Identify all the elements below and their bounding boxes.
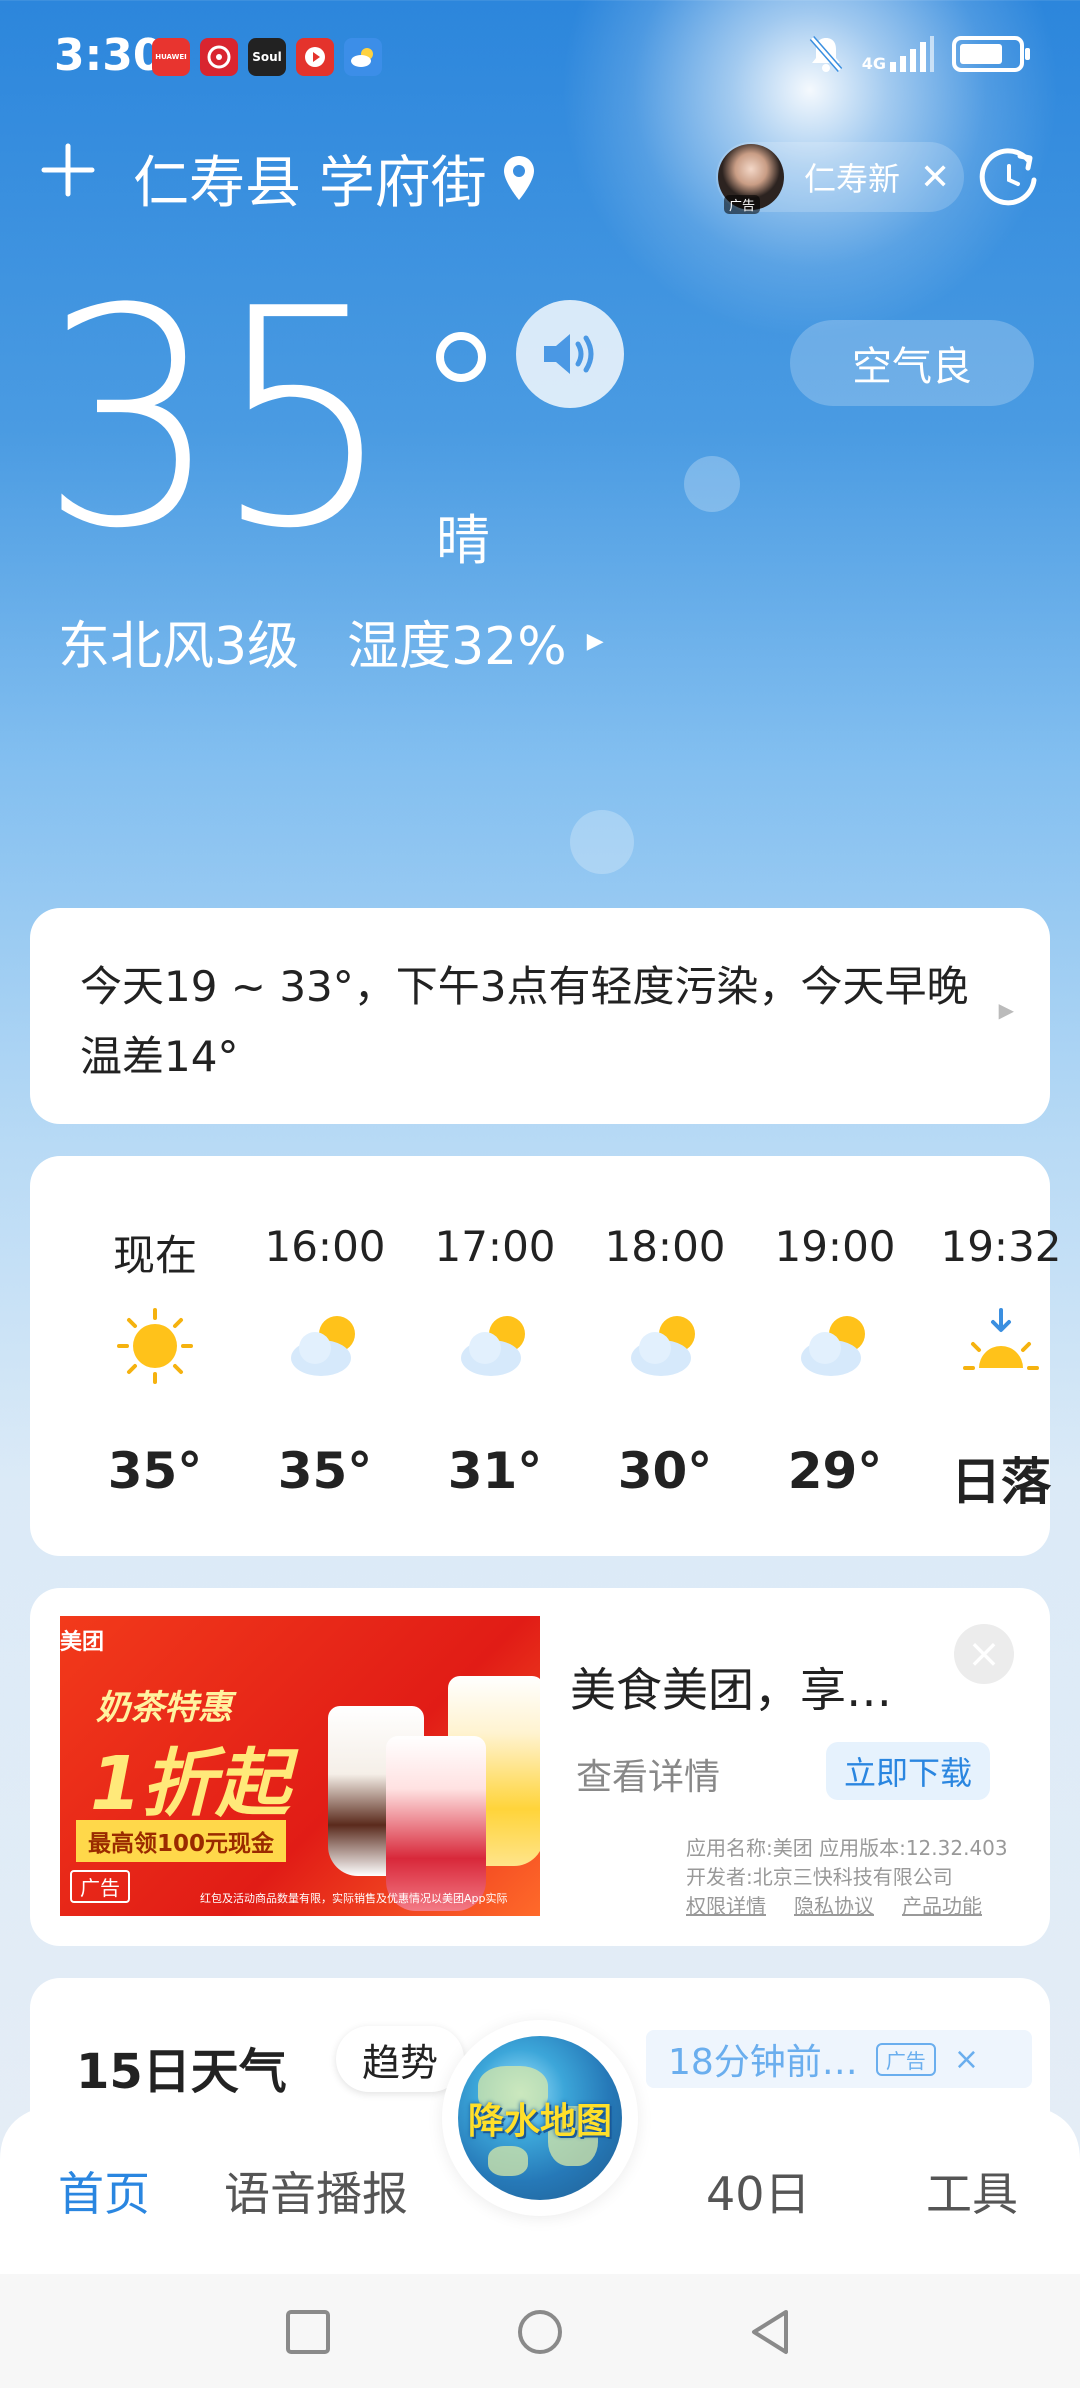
summary-text: 今天19 ~ 33°，下午3点有轻度污染，今天早晚温差14° [80,962,969,1081]
ad-app-meta: 应用名称:美团 应用版本:12.32.403 [686,1836,1008,1860]
system-nav-bar [0,2274,1080,2388]
soul-app-icon: Soul [248,38,286,76]
sun-icon [117,1308,193,1384]
recent-apps-button[interactable] [284,2308,332,2356]
ad-avatar: 广告 [718,144,784,214]
partly-cloudy-icon [291,1316,355,1376]
forecast-ad-banner[interactable]: 18分钟前… 广告 × [646,2030,1032,2088]
netease-music-icon [200,38,238,76]
mute-bell-icon [809,36,842,72]
ad-tag: 广告 [724,195,761,214]
degree-symbol [436,332,486,382]
huawei-appgallery-icon: HUAWEI [152,38,190,76]
status-time: 3:30 [54,30,164,81]
battery-level [960,44,1003,64]
weather-app-icon [344,38,382,76]
wind-humidity-row[interactable]: 东北风3级 湿度32% ▶ [58,604,604,679]
app-ad-card[interactable]: 美团 奶茶特惠 1折起 最高领100元现金 广告 红包及活动商品数量有限，实际销… [30,1588,1050,1946]
sunset-icon [963,1308,1039,1370]
drink-cup-image [386,1736,486,1911]
header-ad[interactable]: 广告 仁寿新 ✕ [716,142,964,214]
ad-close-button[interactable]: × [954,1624,1014,1684]
close-icon[interactable]: × [954,2042,979,2077]
ad-developer: 开发者:北京三快科技有限公司 [686,1865,953,1889]
chevron-right-icon: ▶ [998,998,1014,1022]
ad-meta-links: 权限详情 隐私协议 产品功能 [686,1890,982,1919]
chevron-right-icon: ▶ [586,629,604,654]
nav-40-day[interactable]: 40日 [706,2158,811,2224]
partly-cloudy-icon [461,1316,525,1376]
wind-info: 东北风3级 [58,617,300,677]
light-bubble [570,810,634,874]
humidity-info: 湿度32% [347,617,567,677]
precipitation-map-button[interactable]: 降水地图 [442,2020,638,2216]
location-selector[interactable]: 仁寿县 学府街 [133,138,537,219]
daily-summary-card[interactable]: 今天19 ~ 33°，下午3点有轻度污染，今天早晚温差14° ▶ [30,908,1050,1124]
air-quality-badge[interactable]: 空气良 [790,320,1034,406]
features-link[interactable]: 产品功能 [902,1890,982,1919]
weather-condition: 晴 [436,509,490,572]
ad-title: 美食美团，享… [570,1663,892,1717]
add-city-button[interactable] [38,140,98,200]
nav-voice-broadcast[interactable]: 语音播报 [224,2158,408,2224]
location-pin-icon [503,155,534,200]
back-button[interactable] [746,2308,794,2356]
notification-icons: HUAWEI Soul [152,38,382,76]
current-temperature: 35 [40,245,393,594]
refresh-button[interactable] [976,144,1042,210]
location-name: 仁寿县 学府街 [133,151,487,216]
forecast-title: 15日天气 [76,2044,287,2100]
light-bubble [684,456,740,512]
ad-name: 仁寿新 [804,160,901,198]
trend-toggle[interactable]: 趋势 [336,2026,464,2092]
ad-detail-link[interactable]: 查看详情 [576,1748,720,1800]
voice-broadcast-button[interactable] [516,300,624,408]
ad-close-icon[interactable]: ✕ [920,157,950,198]
system-status-icons: 4G [808,34,1030,74]
home-button[interactable] [516,2308,564,2356]
nav-home[interactable]: 首页 [58,2158,150,2224]
ad-download-button[interactable]: 立即下载 [826,1742,990,1800]
nav-tools[interactable]: 工具 [926,2158,1018,2224]
speaker-icon [544,334,594,374]
signal-bars-icon [890,36,934,72]
status-bar: 3:30 HUAWEI Soul 4G [0,0,1080,110]
partly-cloudy-icon [801,1316,865,1376]
permissions-link[interactable]: 权限详情 [686,1890,766,1919]
partly-cloudy-icon [631,1316,695,1376]
hourly-forecast-card[interactable]: 现在 35° 16:00 35° 17:00 31° 18:00 30° 19:… [30,1156,1062,1556]
ad-banner-image[interactable]: 美团 奶茶特惠 1折起 最高领100元现金 广告 红包及活动商品数量有限，实际销… [60,1616,540,1916]
battery-icon [952,36,1030,72]
network-indicator: 4G [862,36,934,72]
privacy-link[interactable]: 隐私协议 [794,1890,874,1919]
video-app-icon [296,38,334,76]
globe-icon: 降水地图 [458,2036,622,2200]
precipitation-map-label: 降水地图 [467,2101,612,2142]
